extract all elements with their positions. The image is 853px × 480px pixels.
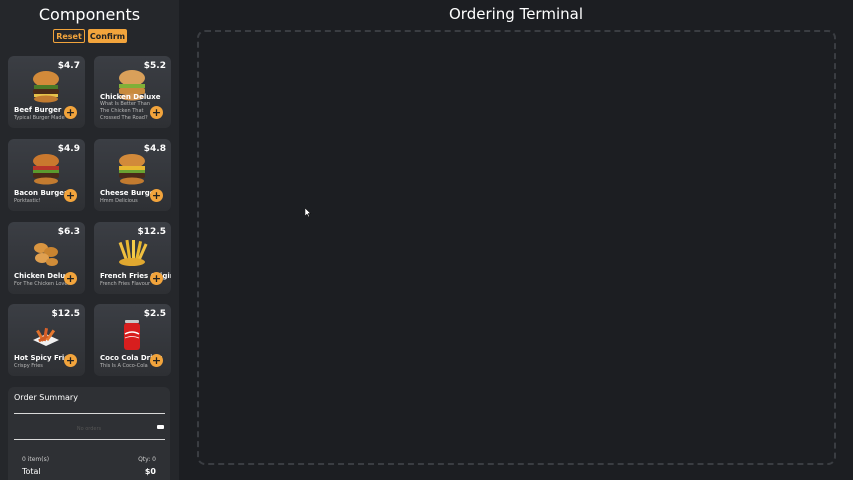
french-fries-icon bbox=[118, 239, 148, 266]
add-item-button[interactable]: + bbox=[150, 272, 163, 285]
menu-card-chicken-deluxe[interactable]: $5.2 Chicken Deluxe What Is Better Than … bbox=[94, 56, 171, 128]
card-name: Bacon Burger bbox=[14, 189, 68, 197]
beef-burger-icon bbox=[33, 71, 59, 103]
total-value: $0 bbox=[144, 467, 156, 476]
sidebar-actions: Reset Confirm bbox=[53, 29, 127, 43]
card-description: What Is Better Than The Chicken That Cro… bbox=[100, 101, 150, 121]
order-summary-title: Order Summary bbox=[14, 393, 78, 402]
add-item-button[interactable]: + bbox=[150, 354, 163, 367]
add-item-button[interactable]: + bbox=[64, 272, 77, 285]
components-sidebar: Components Reset Confirm $4.7 Beef Burge… bbox=[0, 0, 179, 480]
ticket-icon bbox=[157, 425, 164, 429]
mouse-cursor-icon bbox=[305, 208, 311, 218]
spicy-fries-icon bbox=[33, 327, 59, 346]
add-item-button[interactable]: + bbox=[150, 106, 163, 119]
menu-card-hot-spicy-fries[interactable]: $12.5 Hot Spicy Fries Crispy Fries + bbox=[8, 304, 85, 376]
menu-card-chicken-deluxe-2[interactable]: $6.3 Chicken Deluxe For The Chicken Love… bbox=[8, 222, 85, 294]
add-item-button[interactable]: + bbox=[64, 354, 77, 367]
menu-card-french-fries[interactable]: $12.5 French Fries Original French Fries… bbox=[94, 222, 171, 294]
card-description: Porktastic! bbox=[14, 198, 41, 204]
card-name: Chicken Deluxe bbox=[100, 93, 161, 101]
card-description: Hmm Delicious bbox=[100, 198, 138, 204]
card-name: Beef Burger bbox=[14, 106, 62, 114]
menu-card-beef-burger[interactable]: $4.7 Beef Burger Typical Burger Made + bbox=[8, 56, 85, 128]
add-item-button[interactable]: + bbox=[64, 106, 77, 119]
items-count: 0 item(s) bbox=[22, 456, 50, 463]
cola-can-icon bbox=[124, 320, 140, 350]
menu-card-coca-cola[interactable]: $2.5 Coco Cola Drink This Is A Coco-Cola… bbox=[94, 304, 171, 376]
order-summary-panel: Order Summary No orders 0 item(s) Qty: 0… bbox=[8, 387, 170, 480]
card-description: French Fries Flavour bbox=[100, 281, 151, 287]
divider bbox=[14, 439, 165, 440]
quantity-count: Qty: 0 bbox=[138, 456, 156, 463]
menu-card-bacon-burger[interactable]: $4.9 Bacon Burger Porktastic! + bbox=[8, 139, 85, 211]
card-description: For The Chicken Lover bbox=[14, 281, 69, 287]
card-description: This Is A Coco-Cola bbox=[100, 363, 148, 369]
add-item-button[interactable]: + bbox=[64, 189, 77, 202]
empty-orders-text: No orders bbox=[76, 426, 102, 432]
confirm-button[interactable]: Confirm bbox=[88, 29, 127, 43]
add-item-button[interactable]: + bbox=[150, 189, 163, 202]
card-description: Typical Burger Made bbox=[14, 115, 65, 121]
page-title: Ordering Terminal bbox=[449, 5, 583, 23]
chicken-nuggets-icon bbox=[34, 243, 58, 266]
total-label: Total bbox=[22, 467, 41, 476]
bacon-burger-icon bbox=[33, 154, 59, 185]
divider bbox=[14, 413, 165, 414]
menu-card-cheese-burger[interactable]: $4.8 Cheese Burger Hmm Delicious + bbox=[94, 139, 171, 211]
card-description: Crispy Fries bbox=[14, 363, 43, 369]
cheese-burger-icon bbox=[119, 154, 145, 185]
reset-button[interactable]: Reset bbox=[53, 29, 85, 43]
order-drop-zone[interactable] bbox=[197, 30, 836, 465]
sidebar-title: Components bbox=[38, 5, 141, 24]
